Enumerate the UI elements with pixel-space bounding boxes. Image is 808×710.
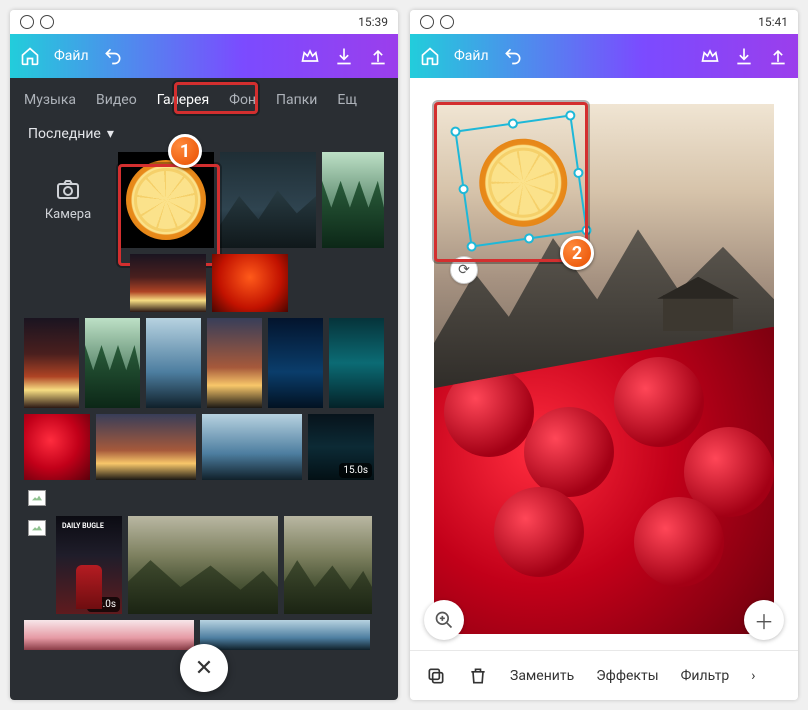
download-icon[interactable] <box>334 46 354 66</box>
annotation-highlight-element <box>434 102 588 262</box>
gallery-thumb[interactable] <box>146 318 201 408</box>
chevron-down-icon: ▾ <box>107 126 114 142</box>
file-menu[interactable]: Файл <box>454 48 489 64</box>
step-badge-1: 1 <box>168 134 202 168</box>
file-menu[interactable]: Файл <box>54 48 89 64</box>
notification-icons <box>20 15 54 29</box>
status-time: 15:39 <box>358 15 388 29</box>
toolbar-effects[interactable]: Эффекты <box>596 668 658 684</box>
notification-icons <box>420 15 454 29</box>
download-icon[interactable] <box>734 46 754 66</box>
gallery-thumb[interactable] <box>24 620 194 650</box>
duration-badge: 10.0s <box>87 597 120 612</box>
gallery-thumb[interactable] <box>130 254 206 312</box>
rotate-icon: ⟳ <box>458 262 470 278</box>
broken-thumb <box>24 516 50 614</box>
gallery-thumb[interactable] <box>207 318 262 408</box>
notif-icon <box>40 15 54 29</box>
tab-video[interactable]: Видео <box>96 88 137 112</box>
tab-folders[interactable]: Папки <box>276 88 317 112</box>
trash-icon[interactable] <box>468 666 488 686</box>
editor-body: ⟳ 2 ＋ Заменить Эффекты Фильтр › <box>410 78 798 700</box>
status-bar: 15:39 <box>10 10 398 34</box>
broken-image-icon <box>28 490 46 506</box>
zoom-button[interactable] <box>424 600 464 640</box>
tab-more[interactable]: Ещ <box>337 88 357 112</box>
gallery-thumb[interactable]: 15.0s <box>308 414 374 480</box>
status-bar: 15:41 <box>410 10 798 34</box>
close-icon: ✕ <box>195 656 213 681</box>
annotation-highlight-thumb <box>118 164 220 266</box>
tab-music[interactable]: Музыка <box>24 88 76 112</box>
gallery-thumb[interactable]: DAILY BUGLE 10.0s <box>56 516 122 614</box>
plus-icon: ＋ <box>754 606 774 635</box>
bottom-toolbar: Заменить Эффекты Фильтр › <box>410 650 798 700</box>
crown-icon[interactable] <box>700 46 720 66</box>
undo-icon[interactable] <box>103 46 123 66</box>
app-bar: Файл <box>410 34 798 78</box>
recent-label: Последние <box>28 126 101 142</box>
gallery-thumb[interactable] <box>212 254 288 312</box>
share-icon[interactable] <box>368 46 388 66</box>
gallery-thumb[interactable] <box>284 516 372 614</box>
home-icon[interactable] <box>20 46 40 66</box>
annotation-highlight-tab <box>174 82 258 114</box>
camera-icon <box>56 179 80 199</box>
gallery-panel: Музыка Видео Галерея Фон Папки Ещ Послед… <box>10 78 398 700</box>
chevron-right-icon[interactable]: › <box>751 668 755 684</box>
gallery-thumb[interactable] <box>85 318 140 408</box>
close-button[interactable]: ✕ <box>180 644 228 692</box>
duration-badge: 15.0s <box>339 463 372 478</box>
gallery-thumb[interactable] <box>24 318 79 408</box>
gallery-thumb[interactable] <box>200 620 370 650</box>
zoom-in-icon <box>434 610 454 630</box>
notif-icon <box>440 15 454 29</box>
notif-icon <box>420 15 434 29</box>
gallery-thumb[interactable] <box>329 318 384 408</box>
step-badge-2: 2 <box>560 236 594 270</box>
gallery-thumb[interactable] <box>24 414 90 480</box>
phone-left: 15:39 Файл Музыка Видео Галерея Фон Папк… <box>10 10 398 700</box>
recent-dropdown[interactable]: Последние ▾ <box>10 112 398 148</box>
broken-thumb <box>24 486 50 510</box>
camera-button[interactable]: Камера <box>24 152 112 248</box>
camera-label: Камера <box>45 207 91 222</box>
gallery-thumb[interactable] <box>96 414 196 480</box>
gallery-thumb[interactable] <box>322 152 384 248</box>
gallery-thumb[interactable] <box>202 414 302 480</box>
canvas-area: ⟳ 2 ＋ <box>410 78 798 650</box>
toolbar-filter[interactable]: Фильтр <box>681 668 730 684</box>
gallery-thumb[interactable] <box>220 152 316 248</box>
status-time: 15:41 <box>758 15 788 29</box>
notif-icon <box>20 15 34 29</box>
app-bar: Файл <box>10 34 398 78</box>
add-button[interactable]: ＋ <box>744 600 784 640</box>
undo-icon[interactable] <box>503 46 523 66</box>
collage-house <box>663 295 733 331</box>
gallery-thumb[interactable] <box>268 318 323 408</box>
broken-image-icon <box>28 520 46 536</box>
toolbar-replace[interactable]: Заменить <box>510 668 574 684</box>
duplicate-icon[interactable] <box>426 666 446 686</box>
crown-icon[interactable] <box>300 46 320 66</box>
share-icon[interactable] <box>768 46 788 66</box>
home-icon[interactable] <box>420 46 440 66</box>
gallery-thumb[interactable] <box>128 516 278 614</box>
phone-right: 15:41 Файл <box>410 10 798 700</box>
